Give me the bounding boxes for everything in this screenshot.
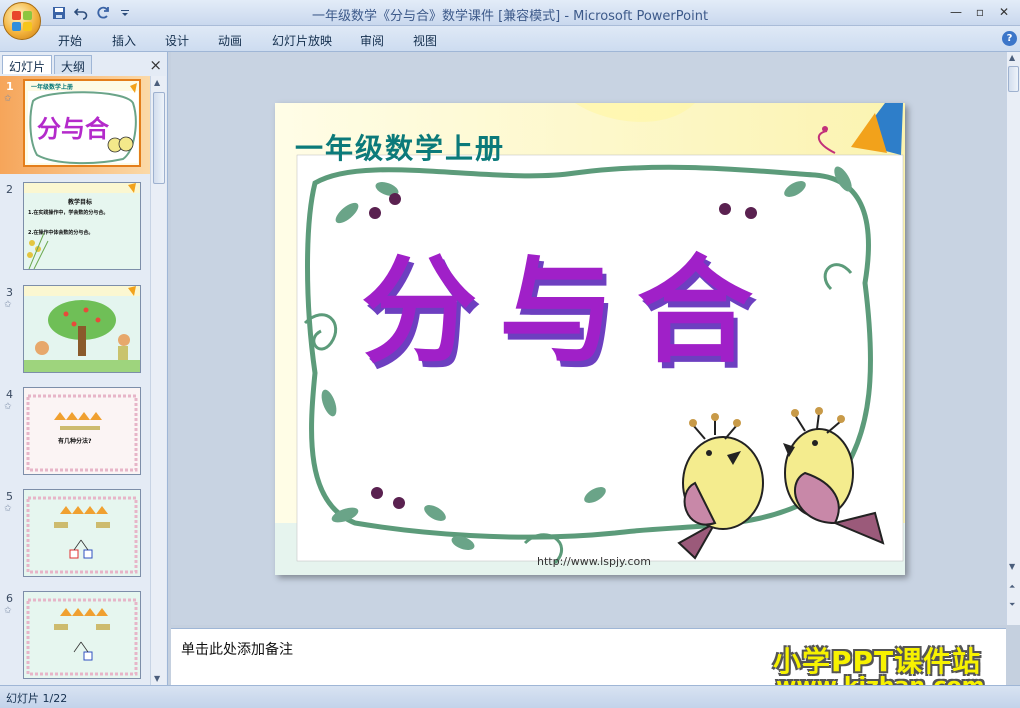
slide-indicator: 幻灯片 1/22 bbox=[6, 692, 68, 705]
slides-panel: 幻灯片 大纲 × 1 ✩ 一年级数学上册 分与合 2 教学目标 1.在实践操作中… bbox=[0, 52, 168, 685]
next-slide-icon[interactable]: ⏷ bbox=[1009, 600, 1015, 610]
scroll-down-icon[interactable]: ▼ bbox=[1009, 562, 1015, 571]
thumbnail-image bbox=[23, 285, 141, 373]
current-slide[interactable]: 一年级数学上册 分与合 http://www.lspjy.com bbox=[275, 103, 905, 575]
thumb-header: 一年级数学上册 bbox=[31, 84, 74, 91]
tab-view[interactable]: 视图 bbox=[413, 32, 437, 49]
thumbnail-image: 有几种分法? bbox=[23, 387, 141, 475]
slide-number: 3 bbox=[6, 286, 13, 299]
minimize-icon[interactable]: — bbox=[944, 3, 968, 21]
thumb-line: 有几种分法? bbox=[58, 438, 92, 445]
slide-number: 1 bbox=[6, 80, 14, 93]
thumbnail-slide-6[interactable]: 6 ✩ bbox=[0, 588, 150, 685]
restore-icon[interactable]: ▫ bbox=[968, 3, 992, 21]
tab-slides[interactable]: 幻灯片 bbox=[2, 55, 53, 74]
transition-icon: ✩ bbox=[4, 94, 12, 104]
slide-footer-url: http://www.lspjy.com bbox=[537, 555, 651, 568]
thumbnail-slide-5[interactable]: 5 ✩ bbox=[0, 486, 150, 584]
window-title: 一年级数学《分与合》数学课件 [兼容模式] - Microsoft PowerP… bbox=[311, 9, 709, 24]
tab-design[interactable]: 设计 bbox=[165, 32, 189, 49]
thumbnail-image: 一年级数学上册 分与合 bbox=[23, 79, 141, 167]
slide-number: 4 bbox=[6, 388, 13, 401]
thumbnail-image: 教学目标 1.在实践操作中，学会数的分与合。 2.在操作中体会数的分与合。 bbox=[23, 182, 141, 270]
scroll-thumb[interactable] bbox=[1008, 66, 1019, 92]
thumb-line-2: 2.在操作中体会数的分与合。 bbox=[28, 230, 94, 236]
thumbnail-image bbox=[23, 489, 141, 577]
thumbnail-slide-4[interactable]: 4 ✩ 有几种分法? bbox=[0, 384, 150, 482]
scroll-down-icon[interactable]: ▼ bbox=[154, 674, 160, 683]
transition-icon: ✩ bbox=[4, 402, 12, 412]
panel-tabs: 幻灯片 大纲 × bbox=[0, 55, 168, 74]
panel-close-icon[interactable]: × bbox=[149, 56, 162, 74]
thumb-title: 分与合 bbox=[37, 114, 109, 143]
office-logo-icon bbox=[12, 11, 32, 31]
tab-outline[interactable]: 大纲 bbox=[54, 55, 93, 74]
window-controls: — ▫ ✕ bbox=[944, 3, 1016, 21]
scroll-thumb[interactable] bbox=[153, 92, 165, 184]
title-bar: 一年级数学《分与合》数学课件 [兼容模式] - Microsoft PowerP… bbox=[0, 0, 1020, 40]
close-icon[interactable]: ✕ bbox=[992, 3, 1016, 21]
office-button[interactable] bbox=[3, 2, 41, 40]
thumb-line-1: 1.在实践操作中，学会数的分与合。 bbox=[28, 210, 109, 216]
transition-icon: ✩ bbox=[4, 300, 12, 310]
status-bar: 幻灯片 1/22 bbox=[0, 685, 1020, 708]
previous-slide-icon[interactable]: ⏶ bbox=[1009, 582, 1015, 592]
transition-icon: ✩ bbox=[4, 504, 12, 514]
ribbon-tabs: 开始 插入 设计 动画 幻灯片放映 审阅 视图 ? bbox=[0, 26, 1020, 52]
slide-scrollbar[interactable]: ▲ ▼ ⏶ ⏷ bbox=[1006, 52, 1020, 625]
thumbnail-slide-2[interactable]: 2 教学目标 1.在实践操作中，学会数的分与合。 2.在操作中体会数的分与合。 bbox=[0, 179, 150, 277]
slide-title: 分与合 bbox=[361, 243, 775, 379]
tab-home[interactable]: 开始 bbox=[58, 32, 82, 49]
notes-placeholder[interactable]: 单击此处添加备注 bbox=[181, 639, 293, 659]
thumbnail-image bbox=[23, 591, 141, 679]
tab-slideshow[interactable]: 幻灯片放映 bbox=[272, 32, 332, 49]
help-icon[interactable]: ? bbox=[1002, 31, 1017, 46]
slide-header: 一年级数学上册 bbox=[295, 132, 506, 165]
slide-number: 2 bbox=[6, 183, 13, 196]
tab-animations[interactable]: 动画 bbox=[218, 32, 242, 49]
thumbnails-scrollbar[interactable]: ▲ ▼ bbox=[150, 76, 166, 685]
slide-thumbnails: 1 ✩ 一年级数学上册 分与合 2 教学目标 1.在实践操作中，学会数的分与合。… bbox=[0, 76, 150, 685]
tab-insert[interactable]: 插入 bbox=[112, 32, 136, 49]
thumbnail-slide-1[interactable]: 1 ✩ 一年级数学上册 分与合 bbox=[0, 76, 150, 174]
slide-number: 5 bbox=[6, 490, 13, 503]
thumb-title: 教学目标 bbox=[68, 199, 93, 206]
transition-icon: ✩ bbox=[4, 606, 12, 616]
slide-editor: 一年级数学上册 分与合 http://www.lspjy.com bbox=[171, 52, 1006, 625]
scroll-up-icon[interactable]: ▲ bbox=[1009, 53, 1015, 62]
scroll-up-icon[interactable]: ▲ bbox=[154, 78, 160, 87]
slide-number: 6 bbox=[6, 592, 13, 605]
thumbnail-slide-3[interactable]: 3 ✩ bbox=[0, 282, 150, 380]
tab-review[interactable]: 审阅 bbox=[360, 32, 384, 49]
